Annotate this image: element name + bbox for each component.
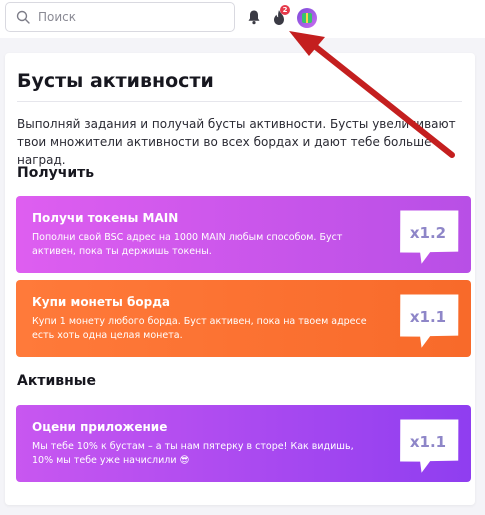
boost-card-title: Купи монеты борда	[32, 295, 170, 309]
multiplier-badge: x1.1	[400, 419, 459, 473]
boost-card-main-tokens[interactable]: Получи токены MAIN Пополни свой BSC адре…	[16, 196, 471, 273]
multiplier-value: x1.1	[410, 308, 446, 326]
section-active-title: Активные	[17, 373, 96, 389]
top-bar: 2	[0, 0, 485, 38]
boost-card-rate-app[interactable]: Оцени приложение Мы тебе 10% к бустам – …	[16, 405, 471, 482]
avatar[interactable]	[297, 8, 317, 28]
boost-card-text: Мы тебе 10% к бустам – а ты нам пятерку …	[32, 441, 354, 466]
multiplier-value: x1.2	[410, 224, 446, 242]
page-description: Выполняй задания и получай бусты активно…	[17, 117, 456, 167]
boosts-panel: Бусты активности Выполняй задания и полу…	[5, 53, 475, 505]
multiplier-badge: x1.2	[400, 210, 459, 264]
page-title: Бусты активности	[17, 70, 214, 92]
bell-icon[interactable]	[247, 9, 261, 25]
avatar-gift-icon	[302, 13, 312, 23]
boost-card-board-coins[interactable]: Купи монеты борда Купи 1 монету любого б…	[16, 280, 471, 357]
boost-card-text: Купи 1 монету любого борда. Буст активен…	[32, 316, 367, 341]
title-divider	[17, 101, 462, 102]
boost-card-text: Пополни свой BSC адрес на 1000 MAIN любы…	[32, 232, 343, 257]
multiplier-badge: x1.1	[400, 294, 459, 348]
multiplier-value: x1.1	[410, 433, 446, 451]
boost-card-title: Получи токены MAIN	[32, 211, 179, 225]
search-input[interactable]	[38, 10, 218, 24]
search-icon	[16, 10, 30, 24]
search-box[interactable]	[5, 2, 235, 32]
notification-badge: 2	[280, 5, 290, 15]
boost-card-title: Оцени приложение	[32, 420, 168, 434]
section-get-title: Получить	[17, 165, 95, 181]
